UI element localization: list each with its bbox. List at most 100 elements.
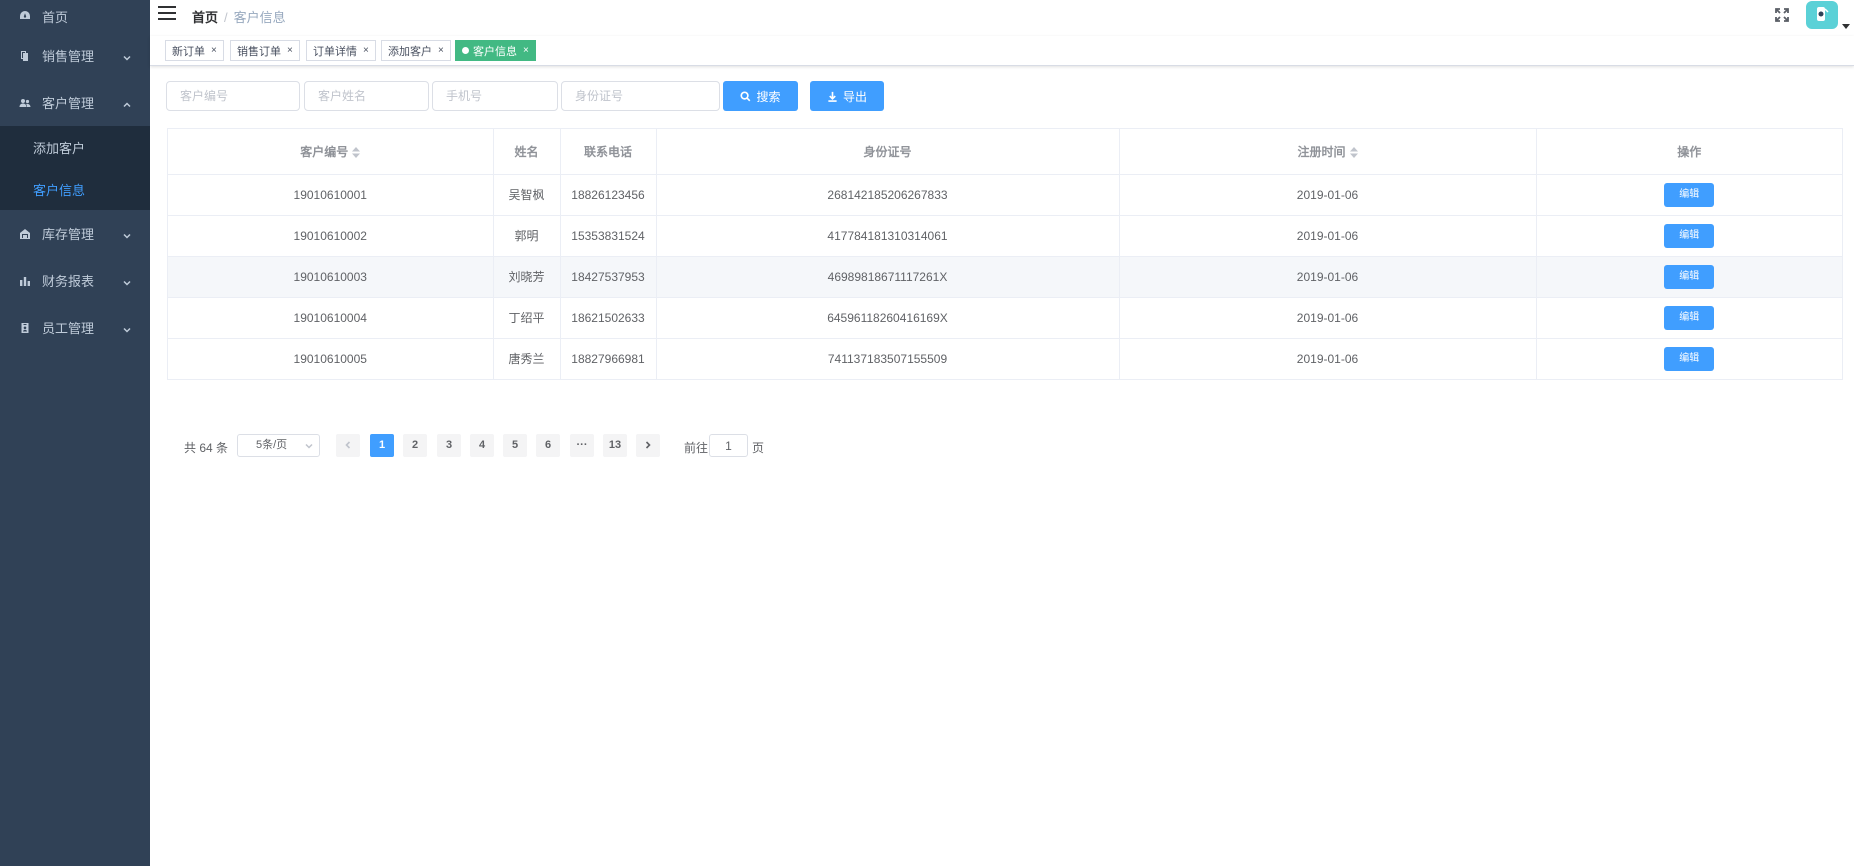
search-button[interactable]: 搜索 xyxy=(723,81,798,111)
sidebar-item-inventory[interactable]: 库存管理 xyxy=(0,210,150,257)
cell-register-date: 2019-01-06 xyxy=(1119,174,1537,216)
cell-id-card: 417784181310314061 xyxy=(656,215,1120,257)
sidebar-item-home[interactable]: 首页 xyxy=(0,0,150,32)
cell-customer-id: 19010610001 xyxy=(168,174,494,216)
avatar[interactable] xyxy=(1806,1,1838,29)
chevron-down-icon xyxy=(305,443,313,449)
breadcrumb-home[interactable]: 首页 xyxy=(192,10,218,25)
page-button-2[interactable]: 2 xyxy=(403,434,427,457)
sidebar-item-finance[interactable]: 财务报表 xyxy=(0,257,150,304)
column-header-name: 姓名 xyxy=(493,129,561,175)
cell-name: 郭明 xyxy=(493,215,561,257)
sidebar: 首页 销售管理 客户管理 添加客户 客户信息 库存管理 财务报表 员工管理 xyxy=(0,0,150,866)
column-header-actions: 操作 xyxy=(1536,129,1842,175)
search-button-label: 搜索 xyxy=(756,89,781,104)
cell-name: 丁绍平 xyxy=(493,297,561,339)
customer-name-input[interactable] xyxy=(304,81,429,111)
badge-icon xyxy=(18,321,32,335)
active-dot-icon xyxy=(462,47,469,54)
sidebar-item-label: 客户管理 xyxy=(42,96,95,111)
column-header-customer-id[interactable]: 客户编号 xyxy=(168,129,494,175)
sidebar-item-customers[interactable]: 客户管理 xyxy=(0,79,150,126)
edit-button[interactable]: 编辑 xyxy=(1664,182,1715,207)
cell-id-card: 46989818671117261X xyxy=(656,256,1120,298)
sort-icon[interactable] xyxy=(352,147,361,159)
tag-customer-info[interactable]: 客户信息 × xyxy=(455,40,536,61)
tag-label: 添加客户 xyxy=(388,45,432,58)
caret-down-icon[interactable] xyxy=(1842,18,1850,29)
submenu-item-customer-info[interactable]: 客户信息 xyxy=(0,168,150,210)
table-row: 19010610001 吴智枫 18826123456 268142185206… xyxy=(168,174,1842,216)
close-icon[interactable]: × xyxy=(523,45,529,56)
page-button-4[interactable]: 4 xyxy=(470,434,494,457)
sidebar-item-sales[interactable]: 销售管理 xyxy=(0,32,150,79)
cell-customer-id: 19010610005 xyxy=(168,338,494,379)
page-ellipsis-button[interactable]: ··· xyxy=(570,434,594,457)
dashboard-icon xyxy=(18,9,32,23)
edit-button[interactable]: 编辑 xyxy=(1664,264,1715,289)
cell-phone: 15353831524 xyxy=(560,215,657,257)
submenu-item-add-customer[interactable]: 添加客户 xyxy=(0,126,150,168)
cell-phone: 18827966981 xyxy=(560,338,657,379)
chevron-down-icon xyxy=(122,276,132,286)
chevron-right-icon xyxy=(645,441,651,449)
close-icon[interactable]: × xyxy=(211,45,217,56)
phone-input[interactable] xyxy=(432,81,558,111)
chart-icon xyxy=(18,274,32,288)
chevron-down-icon xyxy=(122,323,132,333)
chevron-down-icon xyxy=(122,51,132,61)
sidebar-item-staff[interactable]: 员工管理 xyxy=(0,304,150,351)
customer-id-input[interactable] xyxy=(166,81,300,111)
tag-add-customer[interactable]: 添加客户 × xyxy=(381,40,451,61)
export-button[interactable]: 导出 xyxy=(810,81,884,111)
cell-register-date: 2019-01-06 xyxy=(1119,338,1537,379)
id-card-input[interactable] xyxy=(561,81,720,111)
tag-order-details[interactable]: 订单详情 × xyxy=(306,40,376,61)
hamburger-menu-icon[interactable] xyxy=(158,6,176,22)
page-button-6[interactable]: 6 xyxy=(536,434,560,457)
export-button-label: 导出 xyxy=(842,89,867,104)
search-icon xyxy=(740,90,751,101)
cell-name: 刘晓芳 xyxy=(493,256,561,298)
page-button-3[interactable]: 3 xyxy=(437,434,461,457)
cell-actions: 编辑 xyxy=(1536,338,1842,379)
cell-register-date: 2019-01-06 xyxy=(1119,297,1537,339)
fullscreen-icon[interactable] xyxy=(1774,7,1790,23)
jump-page-input[interactable] xyxy=(709,434,748,457)
sidebar-item-label: 财务报表 xyxy=(42,274,95,289)
column-header-register-date[interactable]: 注册时间 xyxy=(1119,129,1537,175)
page-button-1[interactable]: 1 xyxy=(370,434,394,457)
prev-page-button[interactable] xyxy=(336,434,360,457)
edit-button[interactable]: 编辑 xyxy=(1664,305,1715,330)
tag-label: 销售订单 xyxy=(237,45,281,58)
edit-button[interactable]: 编辑 xyxy=(1664,346,1715,371)
jump-prefix: 前往 xyxy=(684,441,709,455)
next-page-button[interactable] xyxy=(636,434,660,457)
chevron-up-icon xyxy=(122,98,132,108)
page-button-13[interactable]: 13 xyxy=(603,434,627,457)
edit-button[interactable]: 编辑 xyxy=(1664,223,1715,248)
chevron-down-icon xyxy=(122,229,132,239)
navbar: 首页 / 客户信息 xyxy=(150,0,1854,30)
breadcrumb-current: 客户信息 xyxy=(233,10,286,25)
table-row: 19010610005 唐秀兰 18827966981 741137183507… xyxy=(168,338,1842,379)
cell-actions: 编辑 xyxy=(1536,174,1842,216)
close-icon[interactable]: × xyxy=(438,45,444,56)
page-button-5[interactable]: 5 xyxy=(503,434,527,457)
cell-id-card: 741137183507155509 xyxy=(656,338,1120,379)
tag-new-order[interactable]: 新订单 × xyxy=(165,40,224,61)
sidebar-item-label: 员工管理 xyxy=(42,321,95,336)
close-icon[interactable]: × xyxy=(363,45,369,56)
sort-icon[interactable] xyxy=(1349,147,1358,159)
tags-view: 新订单 × 销售订单 × 订单详情 × 添加客户 × 客户信息 × xyxy=(150,36,1854,66)
close-icon[interactable]: × xyxy=(287,45,293,56)
page-size-select[interactable]: 5条/页 xyxy=(237,434,320,457)
warehouse-icon xyxy=(18,227,32,241)
tag-sales-orders[interactable]: 销售订单 × xyxy=(230,40,300,61)
table-row: 19010610002 郭明 15353831524 4177841813103… xyxy=(168,215,1842,257)
cell-phone: 18427537953 xyxy=(560,256,657,298)
cell-id-card: 268142185206267833 xyxy=(656,174,1120,216)
customers-submenu: 添加客户 客户信息 xyxy=(0,126,150,210)
sidebar-item-label: 销售管理 xyxy=(42,49,95,64)
cell-customer-id: 19010610003 xyxy=(168,256,494,298)
